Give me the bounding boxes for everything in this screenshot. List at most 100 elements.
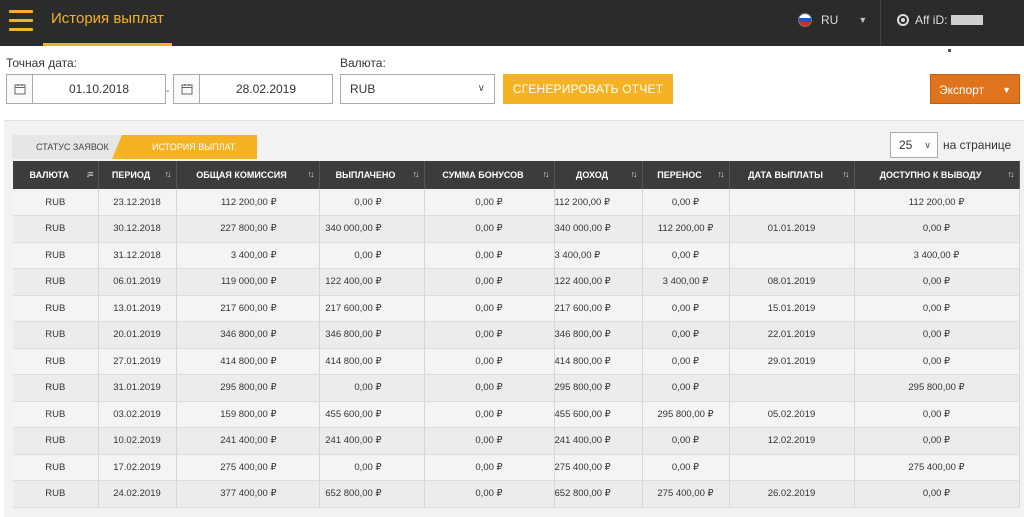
cell-available: 0,00 ₽ <box>854 427 1020 455</box>
calendar-icon[interactable] <box>7 75 33 103</box>
date-to-field[interactable]: 28.02.2019 <box>173 74 333 104</box>
cell-transfer: 0,00 ₽ <box>642 189 730 216</box>
cell-bonus-sum: 0,00 ₽ <box>424 427 555 455</box>
user-icon <box>897 14 909 26</box>
table-row: RUB 31.12.2018 3 400,00 ₽0,00 ₽0,00 ₽3 400… <box>13 242 1020 269</box>
calendar-icon[interactable] <box>174 75 200 103</box>
cell-total-commission: 159 800,00 ₽ <box>176 401 320 428</box>
dot-marker <box>948 49 951 52</box>
cell-bonus-sum: 0,00 ₽ <box>424 215 555 243</box>
sort-icon: ↑↓ <box>307 169 315 179</box>
cell-total-commission: 377 400,00 ₽ <box>176 480 320 508</box>
cell-transfer: 295 800,00 ₽ <box>642 401 730 428</box>
cell-income: 346 800,00 ₽ <box>554 321 643 349</box>
cell-income: 455 600,00 ₽ <box>554 401 643 428</box>
date-label: Точная дата: <box>6 56 77 70</box>
cell-available: 275 400,00 ₽ <box>854 454 1020 481</box>
cell-paid: 0,00 ₽ <box>319 189 425 216</box>
cell-bonus-sum: 0,00 ₽ <box>424 348 555 375</box>
table-row: RUB 31.01.2019 295 800,00 ₽0,00 ₽0,00 ₽295… <box>13 374 1020 402</box>
cell-payout-date: 22.01.2019 <box>729 321 855 349</box>
cell-currency: RUB <box>13 295 99 322</box>
cell-currency: RUB <box>13 268 99 296</box>
column-header-income[interactable]: Доход ↑↓ <box>554 161 643 189</box>
table-body: RUB 23.12.2018 112 200,00 ₽0,00 ₽0,00 ₽112… <box>13 189 1020 508</box>
cell-total-commission: 227 800,00 ₽ <box>176 215 320 243</box>
column-header-currency[interactable]: Валюта ↓≡ <box>13 161 99 189</box>
cell-period: 31.01.2019 <box>98 374 177 402</box>
cell-available: 0,00 ₽ <box>854 348 1020 375</box>
column-header-period[interactable]: Период ↑↓ <box>98 161 177 189</box>
cell-income: 652 800,00 ₽ <box>554 480 643 508</box>
page-title: История выплат <box>43 0 172 46</box>
cell-paid: 455 600,00 ₽ <box>319 401 425 428</box>
column-header-paid[interactable]: Выплачено ↑↓ <box>319 161 425 189</box>
cell-payout-date: 15.01.2019 <box>729 295 855 322</box>
cell-payout-date <box>729 454 855 481</box>
cell-total-commission: 346 800,00 ₽ <box>176 321 320 349</box>
cell-currency: RUB <box>13 321 99 349</box>
cell-currency: RUB <box>13 348 99 375</box>
cell-payout-date: 05.02.2019 <box>729 401 855 428</box>
cell-currency: RUB <box>13 242 99 269</box>
date-from-field[interactable]: 01.10.2018 <box>6 74 166 104</box>
cell-payout-date <box>729 374 855 402</box>
cell-income: 3 400,00 ₽ <box>554 242 643 269</box>
cell-transfer: 0,00 ₽ <box>642 454 730 481</box>
language-switcher[interactable]: RU ▼ <box>798 10 867 30</box>
cell-transfer: 275 400,00 ₽ <box>642 480 730 508</box>
cell-bonus-sum: 0,00 ₽ <box>424 268 555 296</box>
cell-total-commission: 119 000,00 ₽ <box>176 268 320 296</box>
cell-currency: RUB <box>13 454 99 481</box>
generate-report-button[interactable]: СГЕНЕРИРОВАТЬ ОТЧЕТ <box>503 74 673 104</box>
per-page-value: 25 <box>899 138 913 152</box>
cell-available: 0,00 ₽ <box>854 268 1020 296</box>
cell-income: 122 400,00 ₽ <box>554 268 643 296</box>
date-to-value[interactable]: 28.02.2019 <box>200 75 332 103</box>
cell-period: 17.02.2019 <box>98 454 177 481</box>
divider <box>880 0 881 46</box>
cell-period: 24.02.2019 <box>98 480 177 508</box>
cell-paid: 0,00 ₽ <box>319 454 425 481</box>
cell-available: 0,00 ₽ <box>854 401 1020 428</box>
column-header-bonus-sum[interactable]: Сумма бонусов ↑↓ <box>424 161 555 189</box>
cell-period: 10.02.2019 <box>98 427 177 455</box>
cell-available: 0,00 ₽ <box>854 215 1020 243</box>
date-range-dash: - <box>166 86 170 97</box>
cell-paid: 346 800,00 ₽ <box>319 321 425 349</box>
chevron-down-icon: ∨ <box>477 83 485 94</box>
aff-id-redacted <box>951 15 984 25</box>
column-header-transfer[interactable]: Перенос ↑↓ <box>642 161 730 189</box>
russia-flag-icon <box>798 13 812 27</box>
cell-income: 112 200,00 ₽ <box>554 189 643 216</box>
sort-icon: ↑↓ <box>412 169 420 179</box>
top-bar: История выплат RU ▼ Aff iD: <box>0 0 1024 46</box>
per-page-select[interactable]: 25 ∨ <box>890 132 938 158</box>
cell-period: 13.01.2019 <box>98 295 177 322</box>
aff-id-menu[interactable]: Aff iD: <box>897 10 984 30</box>
cell-bonus-sum: 0,00 ₽ <box>424 295 555 322</box>
tab-request-status[interactable]: Статус заявок <box>12 135 122 159</box>
column-header-payout-date[interactable]: Дата выплаты ↑↓ <box>729 161 855 189</box>
export-button[interactable]: Экспорт ▼ <box>930 74 1020 104</box>
cell-transfer: 0,00 ₽ <box>642 427 730 455</box>
aff-id-label: Aff iD: <box>915 13 948 27</box>
date-from-value[interactable]: 01.10.2018 <box>33 75 165 103</box>
table-row: RUB 20.01.2019 346 800,00 ₽346 800,00 ₽0,0… <box>13 321 1020 349</box>
tab-payout-history[interactable]: История выплат <box>112 135 257 159</box>
cell-total-commission: 414 800,00 ₽ <box>176 348 320 375</box>
cell-paid: 241 400,00 ₽ <box>319 427 425 455</box>
cell-paid: 652 800,00 ₽ <box>319 480 425 508</box>
column-header-total-commission[interactable]: Общая комиссия ↑↓ <box>176 161 320 189</box>
cell-bonus-sum: 0,00 ₽ <box>424 189 555 216</box>
language-label: RU <box>821 13 839 27</box>
cell-paid: 0,00 ₽ <box>319 242 425 269</box>
cell-period: 27.01.2019 <box>98 348 177 375</box>
column-header-available[interactable]: Доступно к выводу ↑↓ <box>854 161 1020 189</box>
cell-available: 3 400,00 ₽ <box>854 242 1020 269</box>
menu-icon[interactable] <box>9 10 33 32</box>
currency-select[interactable]: RUB ∨ <box>340 74 495 104</box>
per-page-label: на странице <box>943 138 1012 152</box>
cell-transfer: 0,00 ₽ <box>642 321 730 349</box>
cell-currency: RUB <box>13 401 99 428</box>
